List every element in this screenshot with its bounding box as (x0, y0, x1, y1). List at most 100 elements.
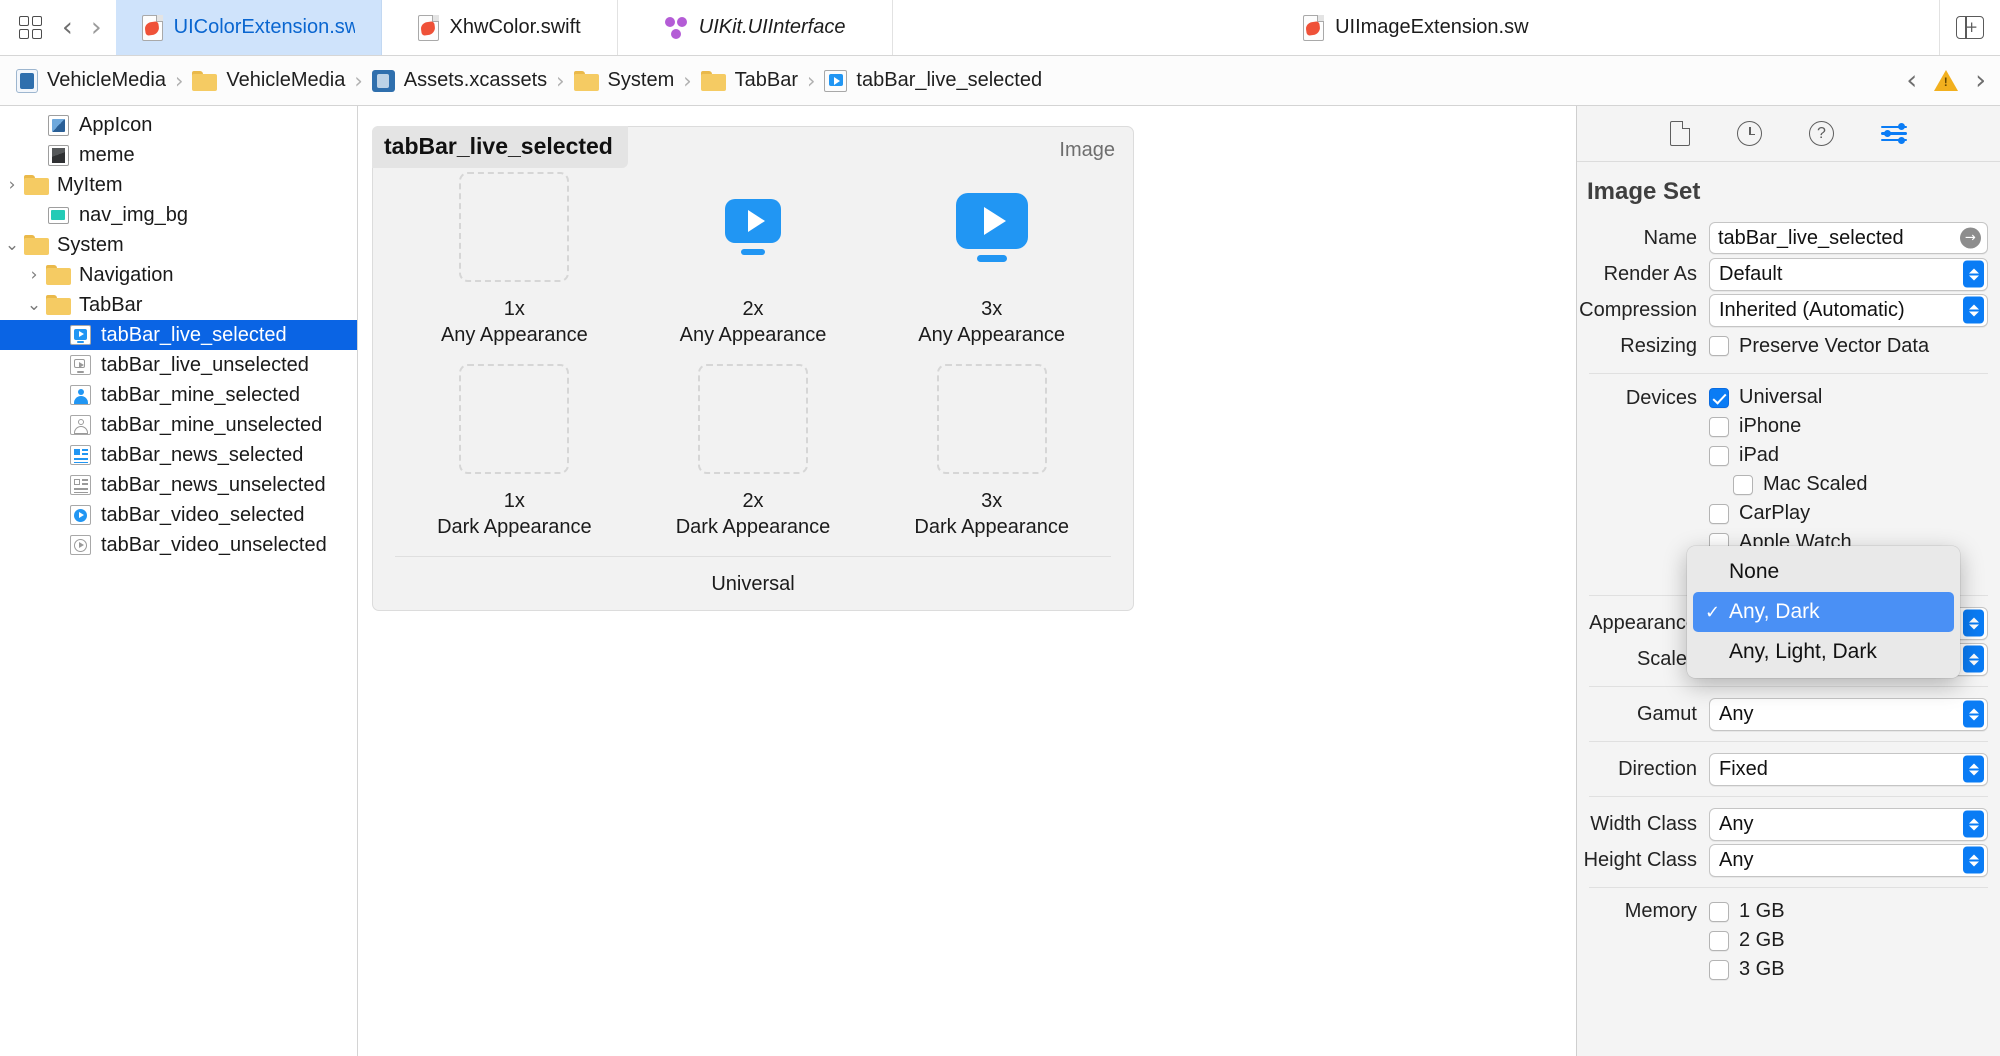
editor-tab-xhwcolor-swift[interactable]: XhwColor.swift (382, 0, 618, 55)
image-asset-icon (47, 206, 69, 224)
asset-slot-dropzone[interactable] (937, 172, 1047, 282)
asset-slot-caption: 2x Any Appearance (680, 296, 827, 348)
tabbar-live-selected-image (955, 192, 1028, 262)
navigator-item-system[interactable]: ⌄ System (0, 230, 357, 260)
checkbox-box[interactable] (1709, 959, 1729, 980)
chevron-updown-icon[interactable] (1963, 609, 1984, 637)
chevron-updown-icon[interactable] (1963, 755, 1984, 783)
chevron-updown-icon[interactable] (1963, 700, 1984, 728)
chevron-left-icon[interactable]: ‹ (62, 14, 73, 41)
device-checkbox-iphone[interactable]: iPhone (1709, 412, 1801, 441)
asset-slot-dropzone[interactable] (698, 364, 808, 474)
chevron-updown-icon[interactable] (1963, 846, 1984, 874)
gamut-select[interactable]: Any (1709, 697, 1988, 731)
asset-slot[interactable]: 2x Any Appearance (634, 172, 873, 348)
navigator-item-tabbar-mine-unselected[interactable]: tabBar_mine_unselected (0, 410, 357, 440)
chevron-updown-icon[interactable] (1963, 296, 1984, 324)
chevron-updown-icon[interactable] (1963, 645, 1984, 673)
device-checkbox-ipad[interactable]: iPad (1709, 441, 1779, 470)
main-body: AppIcon meme › MyItem nav_img_bg ⌄ System › Navi… (0, 106, 2000, 1056)
asset-slot[interactable]: 3x Any Appearance (872, 172, 1111, 348)
checkbox-box[interactable] (1709, 387, 1729, 408)
editor-tab-uicolorextension-swift[interactable]: UIColorExtension.swift (115, 0, 382, 55)
navigator-item-myitem[interactable]: › MyItem (0, 170, 357, 200)
breadcrumb-item-tabbar-live-selected[interactable]: tabBar_live_selected (824, 69, 1042, 92)
render-as-select[interactable]: Default (1709, 257, 1988, 291)
name-row: Name tabBar_live_selected → (1577, 220, 2000, 256)
asset-slot-scale: 1x (503, 490, 525, 512)
appearance-dropdown-menu[interactable]: None ✓ Any, Dark Any, Light, Dark (1687, 546, 1960, 678)
direction-select[interactable]: Fixed (1709, 752, 1988, 786)
memory-checkbox-2-gb[interactable]: 2 GB (1709, 926, 1785, 955)
asset-slot-dropzone[interactable] (698, 172, 808, 282)
checkbox-box[interactable] (1709, 503, 1729, 524)
disclosure-triangle-icon[interactable]: › (0, 175, 24, 195)
disclosure-triangle-icon[interactable]: › (22, 265, 46, 285)
breadcrumb-item-tabbar[interactable]: TabBar (700, 69, 798, 92)
memory-checkbox-1-gb[interactable]: 1 GB (1709, 897, 1785, 926)
device-checkbox-universal[interactable]: Universal (1709, 383, 1822, 412)
navigator-item-tabbar-video-unselected[interactable]: tabBar_video_unselected (0, 530, 357, 560)
width-class-select[interactable]: Any (1709, 807, 1988, 841)
preserve-vector-data-checkbox[interactable]: Preserve Vector Data (1709, 332, 1929, 361)
checkbox-box[interactable] (1709, 930, 1729, 951)
attributes-inspector-icon[interactable] (1881, 123, 1907, 144)
asset-slot-caption: 1x Any Appearance (441, 296, 588, 348)
navigator-item-nav-img-bg[interactable]: nav_img_bg (0, 200, 357, 230)
editor-tab-uiimageextension-sw[interactable]: UIImageExtension.sw (893, 0, 1940, 55)
file-inspector-icon[interactable] (1670, 121, 1690, 146)
checkbox-box[interactable] (1709, 445, 1729, 466)
compression-select[interactable]: Inherited (Automatic) (1709, 293, 1988, 327)
appearance-menu-item-none[interactable]: None (1693, 552, 1954, 592)
reveal-arrow-icon[interactable]: → (1960, 227, 1981, 249)
chevron-updown-icon[interactable] (1963, 810, 1984, 838)
quick-help-icon[interactable]: ? (1809, 121, 1834, 146)
chevron-right-icon[interactable]: › (1975, 67, 1986, 94)
breadcrumb-item-vehiclemedia[interactable]: VehicleMedia (192, 69, 345, 92)
asset-slot[interactable]: 1x Dark Appearance (395, 364, 634, 540)
checkbox-box[interactable] (1709, 336, 1729, 356)
tabbar-live-selected-icon (69, 325, 91, 345)
editor-tab-uikit-uiinterface[interactable]: UIKit.UIInterface (618, 0, 893, 55)
name-input[interactable]: tabBar_live_selected → (1709, 222, 1988, 254)
checkbox-box[interactable] (1709, 901, 1729, 922)
asset-slot-dropzone[interactable] (459, 364, 570, 474)
asset-slot-dropzone[interactable] (936, 364, 1047, 474)
navigator-item-tabbar-mine-selected[interactable]: tabBar_mine_selected (0, 380, 357, 410)
navigator-item-appicon[interactable]: AppIcon (0, 110, 357, 140)
warning-triangle-icon[interactable] (1934, 70, 1959, 91)
navigator-item-tabbar-news-unselected[interactable]: tabBar_news_unselected (0, 470, 357, 500)
breadcrumb-item-assets-xcassets[interactable]: Assets.xcassets (371, 69, 547, 92)
asset-slot[interactable]: 1x Any Appearance (395, 172, 634, 348)
split-editor-icon[interactable]: + (1956, 16, 1984, 39)
navigator-item-tabbar-video-selected[interactable]: tabBar_video_selected (0, 500, 357, 530)
checkbox-box[interactable] (1709, 416, 1729, 437)
navigator-item-meme[interactable]: meme (0, 140, 357, 170)
memory-checkbox-3-gb[interactable]: 3 GB (1709, 955, 1785, 984)
grid-icon[interactable] (18, 15, 44, 41)
asset-slot[interactable]: 2x Dark Appearance (634, 364, 873, 540)
appearance-menu-item-any-light-dark[interactable]: Any, Light, Dark (1693, 632, 1954, 672)
navigator-item-tabbar-live-selected[interactable]: tabBar_live_selected (0, 320, 357, 350)
device-checkbox-mac-scaled[interactable]: Mac Scaled (1709, 470, 1868, 499)
inspector-toolbar: ? (1577, 106, 2000, 162)
asset-slot[interactable]: 3x Dark Appearance (872, 364, 1111, 540)
chevron-right-icon[interactable]: › (91, 14, 102, 41)
navigator-item-tabbar-live-unselected[interactable]: tabBar_live_unselected (0, 350, 357, 380)
navigator-item-tabbar-news-selected[interactable]: tabBar_news_selected (0, 440, 357, 470)
breadcrumb-item-vehiclemedia[interactable]: VehicleMedia (16, 68, 166, 93)
asset-slot-dropzone[interactable] (459, 172, 570, 282)
height-class-select[interactable]: Any (1709, 843, 1988, 877)
breadcrumb-item-system[interactable]: System (573, 69, 674, 92)
device-checkbox-carplay[interactable]: CarPlay (1709, 499, 1810, 528)
navigator-item-navigation[interactable]: › Navigation (0, 260, 357, 290)
appearance-menu-item-any-dark[interactable]: ✓ Any, Dark (1693, 592, 1954, 632)
navigator-item-tabbar[interactable]: ⌄ TabBar (0, 290, 357, 320)
tab-bar-left-controls: ‹ › (0, 0, 116, 55)
checkbox-box[interactable] (1733, 474, 1753, 495)
chevron-updown-icon[interactable] (1963, 260, 1984, 288)
history-inspector-icon[interactable] (1737, 121, 1762, 146)
disclosure-triangle-icon[interactable]: ⌄ (0, 235, 24, 255)
chevron-left-icon[interactable]: ‹ (1906, 67, 1917, 94)
disclosure-triangle-icon[interactable]: ⌄ (22, 295, 46, 315)
